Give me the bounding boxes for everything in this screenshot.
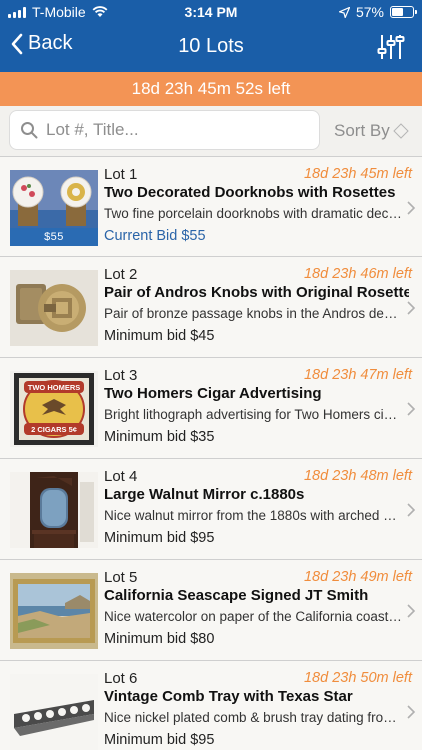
page-title: 10 Lots xyxy=(178,35,244,57)
lot-minimum-bid: Minimum bid $95 xyxy=(104,732,215,748)
chevron-right-icon xyxy=(407,604,416,618)
search-icon xyxy=(21,122,38,139)
lot-list: $55 Lot 1 18d 23h 45m left Two Decorated… xyxy=(0,156,422,750)
search-row: Sort By xyxy=(0,106,422,156)
lot-minimum-bid: Minimum bid $80 xyxy=(104,631,215,647)
chevron-right-icon xyxy=(407,201,416,215)
lot-1-image: $55 xyxy=(10,170,98,246)
lot-description: Two fine porcelain doorknobs with dramat… xyxy=(104,206,404,221)
battery-icon xyxy=(390,6,417,18)
lot-row-6[interactable]: Lot 6 18d 23h 50m left Vintage Comb Tray… xyxy=(0,661,422,750)
lot-title: Two Decorated Doorknobs with Rosettes xyxy=(104,184,396,201)
lot-4-image xyxy=(10,472,98,548)
lot-number: Lot 1 xyxy=(104,166,138,183)
lot-row-3[interactable]: TWO HOMERS 2 CIGARS 5¢ Lot 3 18d 23h 47m… xyxy=(0,358,422,459)
lot-number: Lot 6 xyxy=(104,670,138,687)
chevron-right-icon xyxy=(407,503,416,517)
lot-title: California Seascape Signed JT Smith xyxy=(104,587,369,604)
sort-by-label: Sort By xyxy=(334,121,390,140)
search-box[interactable] xyxy=(9,110,320,150)
lot-time-left: 18d 23h 48m left xyxy=(303,468,412,484)
filter-sliders-icon[interactable] xyxy=(376,32,406,62)
lot-number: Lot 2 xyxy=(104,266,138,283)
battery-percent: 57% xyxy=(355,4,384,20)
lot-description: Nice nickel plated comb & brush tray dat… xyxy=(104,710,404,725)
lot-2-image xyxy=(10,270,98,346)
lot-row-2[interactable]: Lot 2 18d 23h 46m left Pair of Andros Kn… xyxy=(0,257,422,358)
lot-number: Lot 3 xyxy=(104,367,138,384)
lot-6-image xyxy=(10,674,98,750)
lot-time-left: 18d 23h 49m left xyxy=(303,569,412,585)
lot-title: Two Homers Cigar Advertising xyxy=(104,385,322,402)
chevron-right-icon xyxy=(407,705,416,719)
lot-description: Nice watercolor on paper of the Californ… xyxy=(104,609,404,624)
lot-minimum-bid: Minimum bid $35 xyxy=(104,429,215,445)
lot-5-image xyxy=(10,573,98,649)
lot-3-image: TWO HOMERS 2 CIGARS 5¢ xyxy=(10,371,98,447)
lot-title: Vintage Comb Tray with Texas Star xyxy=(104,688,353,705)
search-input[interactable] xyxy=(46,120,306,140)
location-arrow-icon xyxy=(338,6,350,18)
lot-time-left: 18d 23h 46m left xyxy=(303,266,412,282)
lot-title: Large Walnut Mirror c.1880s xyxy=(104,486,305,503)
lot-number: Lot 4 xyxy=(104,468,138,485)
status-bar: T-Mobile 3:14 PM 57% xyxy=(0,0,422,24)
lot-description: Bright lithograph advertising for Two Ho… xyxy=(104,407,404,422)
lot-current-bid: Current Bid $55 xyxy=(104,228,206,244)
chevron-right-icon xyxy=(407,402,416,416)
lot-description: Nice walnut mirror from the 1880s with a… xyxy=(104,508,404,523)
diamond-icon xyxy=(393,123,409,139)
sort-by-button[interactable]: Sort By xyxy=(334,121,410,141)
lot-number: Lot 5 xyxy=(104,569,138,586)
status-right: 57% xyxy=(338,4,417,20)
sign-top-text: TWO HOMERS xyxy=(28,383,81,392)
sign-bottom-text: 2 CIGARS 5¢ xyxy=(31,425,77,434)
lot-time-left: 18d 23h 45m left xyxy=(303,166,412,182)
price-tag: $55 xyxy=(10,228,98,246)
lot-time-left: 18d 23h 50m left xyxy=(303,670,412,686)
nav-bar: Back 10 Lots xyxy=(0,24,422,72)
lot-minimum-bid: Minimum bid $45 xyxy=(104,328,215,344)
lot-row-5[interactable]: Lot 5 18d 23h 49m left California Seasca… xyxy=(0,560,422,661)
lot-row-4[interactable]: Lot 4 18d 23h 48m left Large Walnut Mirr… xyxy=(0,459,422,560)
lot-description: Pair of bronze passage knobs in the Andr… xyxy=(104,306,404,321)
app-header: T-Mobile 3:14 PM 57% Back 10 Lots xyxy=(0,0,422,72)
lot-time-left: 18d 23h 47m left xyxy=(303,367,412,383)
chevron-right-icon xyxy=(407,301,416,315)
lot-minimum-bid: Minimum bid $95 xyxy=(104,530,215,546)
lot-title: Pair of Andros Knobs with Original Roset… xyxy=(104,284,409,301)
lot-row-1[interactable]: $55 Lot 1 18d 23h 45m left Two Decorated… xyxy=(0,156,422,257)
auction-countdown-bar: 18d 23h 45m 52s left xyxy=(0,72,422,106)
